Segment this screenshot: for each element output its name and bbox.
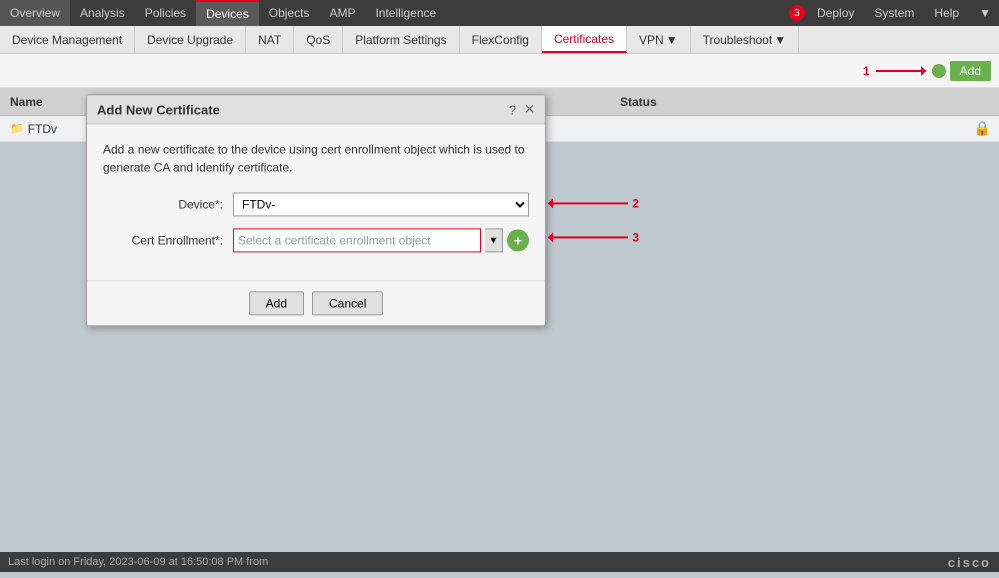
nav-device-management[interactable]: Device Management — [0, 26, 135, 53]
modal-footer: Add Cancel — [87, 280, 545, 325]
vpn-dropdown-icon: ▼ — [666, 33, 678, 47]
device-label: Device*: — [103, 197, 233, 211]
nav-policies[interactable]: Policies — [135, 0, 196, 26]
device-form-control: FTDv- 2 — [233, 192, 529, 216]
nav-analysis[interactable]: Analysis — [70, 0, 135, 26]
modal-add-button[interactable]: Add — [249, 291, 304, 315]
modal-close-button[interactable]: ✕ — [524, 101, 535, 117]
modal-title: Add New Certificate — [97, 102, 220, 117]
cert-enrollment-label: Cert Enrollment*: — [103, 233, 233, 247]
modal-cancel-button[interactable]: Cancel — [312, 291, 383, 315]
help-button[interactable]: Help — [926, 0, 967, 26]
lock-icon: 🔒 — [974, 120, 991, 137]
expand-icon[interactable]: ▼ — [971, 0, 999, 26]
cert-enrollment-add-button[interactable]: + — [507, 229, 529, 251]
modal-header: Add New Certificate ? ✕ — [87, 95, 545, 124]
arrow-3-line: 3 — [548, 230, 639, 244]
modal-body: Add a new certificate to the device usin… — [87, 124, 545, 280]
cert-enrollment-input[interactable] — [233, 228, 481, 252]
nav-troubleshoot[interactable]: Troubleshoot ▼ — [691, 26, 800, 53]
cert-enrollment-form-row: Cert Enrollment*: ▼ + 3 — [103, 228, 529, 252]
device-icon: 📁 — [10, 122, 24, 135]
arrow-2-line: 2 — [548, 196, 639, 210]
top-navigation: Overview Analysis Policies Devices Objec… — [0, 0, 999, 26]
nav-device-upgrade[interactable]: Device Upgrade — [135, 26, 246, 53]
nav-intelligence[interactable]: Intelligence — [365, 0, 446, 26]
nav-platform-settings[interactable]: Platform Settings — [343, 26, 459, 53]
step-1-label: 1 — [863, 64, 870, 78]
nav-certificates[interactable]: Certificates — [542, 26, 627, 53]
nav-amp[interactable]: AMP — [319, 0, 365, 26]
device-select[interactable]: FTDv- — [233, 192, 529, 216]
nav-qos[interactable]: QoS — [294, 26, 343, 53]
device-form-row: Device*: FTDv- 2 — [103, 192, 529, 216]
top-nav-right: 3 Deploy System Help ▼ — [789, 0, 999, 26]
troubleshoot-dropdown-icon: ▼ — [774, 33, 786, 47]
nav-vpn[interactable]: VPN ▼ — [627, 26, 691, 53]
toolbar: 1 Add — [0, 54, 999, 88]
add-certificate-modal: Add New Certificate ? ✕ Add a new certif… — [86, 94, 546, 326]
nav-flexconfig[interactable]: FlexConfig — [460, 26, 542, 53]
nav-nat[interactable]: NAT — [246, 26, 294, 53]
green-dot-toolbar — [932, 64, 946, 78]
second-navigation: Device Management Device Upgrade NAT QoS… — [0, 26, 999, 54]
arrow-to-add — [876, 70, 926, 72]
nav-devices[interactable]: Devices — [196, 0, 259, 26]
cert-enrollment-dropdown-button[interactable]: ▼ — [485, 228, 503, 252]
nav-objects[interactable]: Objects — [259, 0, 320, 26]
status-login-text: Last login on Friday, 2023-06-09 at 16:5… — [8, 556, 268, 568]
modal-help-button[interactable]: ? — [509, 102, 516, 117]
deploy-button[interactable]: Deploy — [809, 0, 862, 26]
nav-overview[interactable]: Overview — [0, 0, 70, 26]
main-content: Add New Certificate ? ✕ Add a new certif… — [0, 142, 999, 578]
modal-description: Add a new certificate to the device usin… — [103, 140, 529, 176]
cisco-logo: cisco — [948, 555, 991, 570]
add-button-toolbar[interactable]: Add — [950, 61, 991, 81]
system-button[interactable]: System — [866, 0, 922, 26]
modal-header-icons: ? ✕ — [509, 101, 535, 117]
cert-enrollment-form-control: ▼ + 3 — [233, 228, 529, 252]
alert-badge[interactable]: 3 — [789, 5, 805, 21]
status-bar: Last login on Friday, 2023-06-09 at 16:5… — [0, 552, 999, 572]
col-header-status: Status — [610, 95, 760, 109]
